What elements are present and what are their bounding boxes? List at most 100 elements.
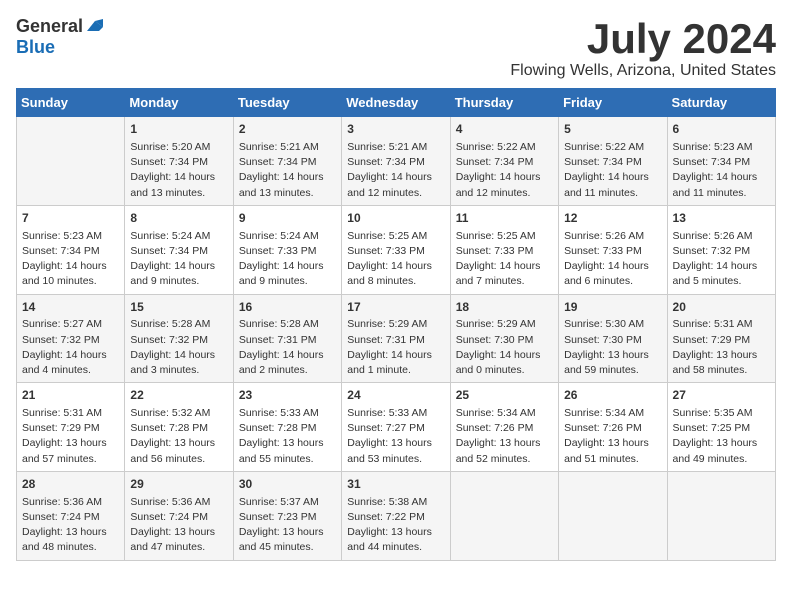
calendar-cell: 5 Sunrise: 5:22 AM Sunset: 7:34 PM Daylig…: [559, 117, 667, 206]
location-title: Flowing Wells, Arizona, United States: [510, 62, 776, 80]
day-number: 29: [130, 476, 227, 493]
day-header-tuesday: Tuesday: [233, 89, 341, 117]
day-info: Sunrise: 5:26 AM Sunset: 7:33 PM Dayligh…: [564, 229, 661, 290]
day-number: 30: [239, 476, 336, 493]
calendar-cell: 24 Sunrise: 5:33 AM Sunset: 7:27 PM Dayli…: [342, 383, 450, 472]
day-number: 24: [347, 387, 444, 404]
day-info: Sunrise: 5:22 AM Sunset: 7:34 PM Dayligh…: [456, 140, 553, 201]
calendar-cell: [667, 471, 775, 560]
calendar-cell: 15Sunrise: 5:28 AM Sunset: 7:32 PM Dayli…: [125, 294, 233, 383]
day-number: 13: [673, 210, 770, 227]
day-number: 4: [456, 121, 553, 138]
calendar-cell: 7 Sunrise: 5:23 AM Sunset: 7:34 PM Daylig…: [17, 205, 125, 294]
calendar-cell: 13 Sunrise: 5:26 AM Sunset: 7:32 PM Dayli…: [667, 205, 775, 294]
day-number: 5: [564, 121, 661, 138]
day-number: 31: [347, 476, 444, 493]
calendar-week-row: 14Sunrise: 5:27 AM Sunset: 7:32 PM Dayli…: [17, 294, 776, 383]
day-number: 2: [239, 121, 336, 138]
day-info: Sunrise: 5:33 AM Sunset: 7:27 PM Dayligh…: [347, 406, 444, 467]
day-number: 25: [456, 387, 553, 404]
day-info: Sunrise: 5:31 AM Sunset: 7:29 PM Dayligh…: [22, 406, 119, 467]
logo-blue-text: Blue: [16, 37, 55, 58]
calendar-cell: 6Sunrise: 5:23 AM Sunset: 7:34 PM Daylig…: [667, 117, 775, 206]
day-number: 17: [347, 299, 444, 316]
day-info: Sunrise: 5:28 AM Sunset: 7:31 PM Dayligh…: [239, 317, 336, 378]
day-info: Sunrise: 5:38 AM Sunset: 7:22 PM Dayligh…: [347, 495, 444, 556]
day-info: Sunrise: 5:27 AM Sunset: 7:32 PM Dayligh…: [22, 317, 119, 378]
day-number: 7: [22, 210, 119, 227]
day-info: Sunrise: 5:26 AM Sunset: 7:32 PM Dayligh…: [673, 229, 770, 290]
calendar-cell: 12 Sunrise: 5:26 AM Sunset: 7:33 PM Dayli…: [559, 205, 667, 294]
day-number: 19: [564, 299, 661, 316]
day-number: 16: [239, 299, 336, 316]
calendar-week-row: 1Sunrise: 5:20 AM Sunset: 7:34 PM Daylig…: [17, 117, 776, 206]
day-number: 18: [456, 299, 553, 316]
calendar-cell: 2Sunrise: 5:21 AM Sunset: 7:34 PM Daylig…: [233, 117, 341, 206]
calendar-cell: 11 Sunrise: 5:25 AM Sunset: 7:33 PM Dayli…: [450, 205, 558, 294]
logo: General Blue: [16, 16, 103, 58]
calendar-cell: 21 Sunrise: 5:31 AM Sunset: 7:29 PM Dayli…: [17, 383, 125, 472]
day-info: Sunrise: 5:37 AM Sunset: 7:23 PM Dayligh…: [239, 495, 336, 556]
day-info: Sunrise: 5:25 AM Sunset: 7:33 PM Dayligh…: [456, 229, 553, 290]
calendar-cell: 23 Sunrise: 5:33 AM Sunset: 7:28 PM Dayli…: [233, 383, 341, 472]
day-info: Sunrise: 5:20 AM Sunset: 7:34 PM Dayligh…: [130, 140, 227, 201]
day-number: 12: [564, 210, 661, 227]
day-info: Sunrise: 5:21 AM Sunset: 7:34 PM Dayligh…: [347, 140, 444, 201]
day-info: Sunrise: 5:22 AM Sunset: 7:34 PM Dayligh…: [564, 140, 661, 201]
calendar-cell: 19Sunrise: 5:30 AM Sunset: 7:30 PM Dayli…: [559, 294, 667, 383]
day-header-saturday: Saturday: [667, 89, 775, 117]
day-number: 22: [130, 387, 227, 404]
calendar-cell: 28 Sunrise: 5:36 AM Sunset: 7:24 PM Dayli…: [17, 471, 125, 560]
calendar-cell: 9 Sunrise: 5:24 AM Sunset: 7:33 PM Daylig…: [233, 205, 341, 294]
day-info: Sunrise: 5:33 AM Sunset: 7:28 PM Dayligh…: [239, 406, 336, 467]
calendar-cell: 10 Sunrise: 5:25 AM Sunset: 7:33 PM Dayli…: [342, 205, 450, 294]
day-info: Sunrise: 5:29 AM Sunset: 7:31 PM Dayligh…: [347, 317, 444, 378]
day-info: Sunrise: 5:36 AM Sunset: 7:24 PM Dayligh…: [130, 495, 227, 556]
day-header-thursday: Thursday: [450, 89, 558, 117]
day-number: 9: [239, 210, 336, 227]
calendar-cell: 29 Sunrise: 5:36 AM Sunset: 7:24 PM Dayli…: [125, 471, 233, 560]
day-info: Sunrise: 5:29 AM Sunset: 7:30 PM Dayligh…: [456, 317, 553, 378]
calendar-cell: 31 Sunrise: 5:38 AM Sunset: 7:22 PM Dayli…: [342, 471, 450, 560]
calendar-cell: [17, 117, 125, 206]
day-number: 3: [347, 121, 444, 138]
day-info: Sunrise: 5:24 AM Sunset: 7:34 PM Dayligh…: [130, 229, 227, 290]
calendar-cell: 20Sunrise: 5:31 AM Sunset: 7:29 PM Dayli…: [667, 294, 775, 383]
day-number: 27: [673, 387, 770, 404]
calendar-week-row: 28 Sunrise: 5:36 AM Sunset: 7:24 PM Dayli…: [17, 471, 776, 560]
calendar-cell: 27Sunrise: 5:35 AM Sunset: 7:25 PM Dayli…: [667, 383, 775, 472]
calendar-week-row: 21 Sunrise: 5:31 AM Sunset: 7:29 PM Dayli…: [17, 383, 776, 472]
day-number: 28: [22, 476, 119, 493]
calendar-cell: 17Sunrise: 5:29 AM Sunset: 7:31 PM Dayli…: [342, 294, 450, 383]
header: General Blue July 2024 Flowing Wells, Ar…: [16, 16, 776, 80]
title-area: July 2024 Flowing Wells, Arizona, United…: [510, 16, 776, 80]
day-info: Sunrise: 5:28 AM Sunset: 7:32 PM Dayligh…: [130, 317, 227, 378]
day-number: 8: [130, 210, 227, 227]
day-number: 6: [673, 121, 770, 138]
calendar-cell: 26Sunrise: 5:34 AM Sunset: 7:26 PM Dayli…: [559, 383, 667, 472]
calendar-header-row: SundayMondayTuesdayWednesdayThursdayFrid…: [17, 89, 776, 117]
day-number: 15: [130, 299, 227, 316]
day-info: Sunrise: 5:36 AM Sunset: 7:24 PM Dayligh…: [22, 495, 119, 556]
day-info: Sunrise: 5:30 AM Sunset: 7:30 PM Dayligh…: [564, 317, 661, 378]
day-number: 23: [239, 387, 336, 404]
day-info: Sunrise: 5:25 AM Sunset: 7:33 PM Dayligh…: [347, 229, 444, 290]
day-info: Sunrise: 5:24 AM Sunset: 7:33 PM Dayligh…: [239, 229, 336, 290]
calendar-cell: [450, 471, 558, 560]
calendar-cell: 22Sunrise: 5:32 AM Sunset: 7:28 PM Dayli…: [125, 383, 233, 472]
day-number: 26: [564, 387, 661, 404]
day-number: 11: [456, 210, 553, 227]
calendar-cell: 30 Sunrise: 5:37 AM Sunset: 7:23 PM Dayli…: [233, 471, 341, 560]
logo-bird-icon: [85, 17, 103, 35]
day-number: 14: [22, 299, 119, 316]
calendar-cell: [559, 471, 667, 560]
calendar-cell: 8 Sunrise: 5:24 AM Sunset: 7:34 PM Daylig…: [125, 205, 233, 294]
day-number: 21: [22, 387, 119, 404]
day-header-monday: Monday: [125, 89, 233, 117]
day-info: Sunrise: 5:23 AM Sunset: 7:34 PM Dayligh…: [22, 229, 119, 290]
day-header-sunday: Sunday: [17, 89, 125, 117]
day-header-friday: Friday: [559, 89, 667, 117]
calendar-cell: 4 Sunrise: 5:22 AM Sunset: 7:34 PM Daylig…: [450, 117, 558, 206]
day-number: 10: [347, 210, 444, 227]
calendar-cell: 25Sunrise: 5:34 AM Sunset: 7:26 PM Dayli…: [450, 383, 558, 472]
